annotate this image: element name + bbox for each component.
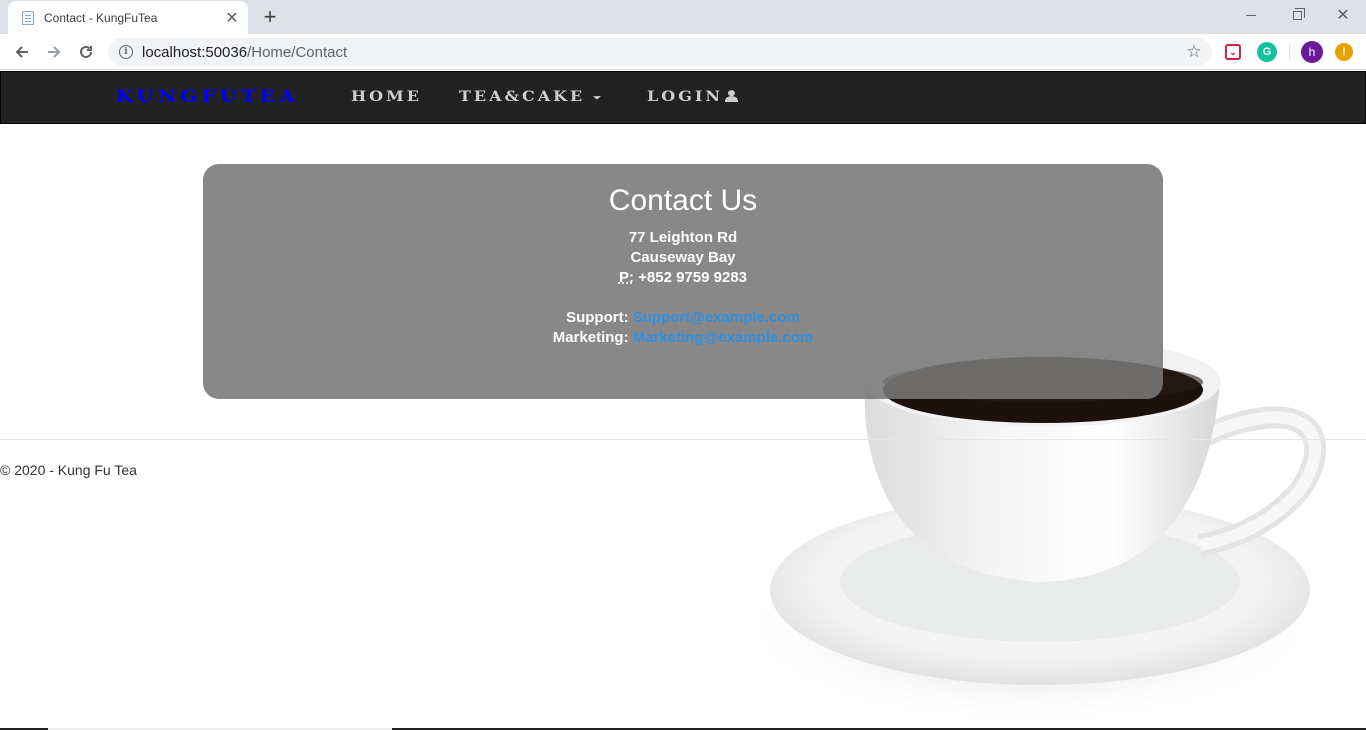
brand-logo-link[interactable]: KungFuTea [116,86,299,106]
nav-tea-cake-label: Tea&Cake [459,88,586,105]
update-warning-icon[interactable]: ! [1335,43,1353,61]
email-block: Support: Support@example.com Marketing: … [203,308,1163,348]
nav-login-link[interactable]: Login [647,88,738,105]
browser-tab[interactable]: Contact - KungFuTea ✕ [8,1,248,34]
page-viewport: KungFuTea Home Tea&Cake Login [0,70,1366,730]
marketing-email-link[interactable]: Marketing@example.com [633,329,814,346]
support-email-link[interactable]: Support@example.com [633,309,800,326]
footer-copyright: © 2020 - Kung Fu Tea [0,462,137,478]
nav-login-label: Login [647,88,723,105]
address-bar[interactable]: i localhost:50036/Home/Contact ☆ [108,38,1212,66]
nav-tea-cake-dropdown[interactable]: Tea&Cake [459,88,602,105]
pocket-extension-icon[interactable]: ⌄ [1225,44,1241,60]
site-info-icon[interactable]: i [119,45,133,59]
page-favicon-icon [20,10,36,26]
restore-window-button[interactable] [1274,0,1320,30]
street-address: 77 Leighton Rd [628,229,738,246]
contact-card: Contact Us 77 Leighton Rd Causeway Bay P… [203,164,1163,399]
toolbar-divider [1289,44,1290,60]
marketing-label: Marketing: [552,329,629,346]
close-window-button[interactable]: ✕ [1320,0,1366,30]
reload-button[interactable] [72,38,100,66]
support-line: Support: Support@example.com [203,308,1163,328]
caret-down-icon [593,95,602,100]
user-icon [724,90,738,103]
browser-toolbar: i localhost:50036/Home/Contact ☆ ⌄ G h ! [0,34,1366,70]
profile-avatar[interactable]: h [1301,41,1323,63]
url-text[interactable]: localhost:50036/Home/Contact [142,44,1182,61]
marketing-line: Marketing: Marketing@example.com [203,328,1163,348]
phone-number: +852 9759 9283 [638,269,748,286]
forward-button[interactable] [40,38,68,66]
grammarly-extension-icon[interactable]: G [1257,42,1277,62]
phone-line: P: +852 9759 9283 [203,268,1163,288]
site-navbar: KungFuTea Home Tea&Cake Login [0,71,1366,124]
minimize-window-button[interactable] [1228,0,1274,30]
address-block: 77 Leighton Rd Causeway Bay P: +852 9759… [203,228,1163,288]
page-title: Contact Us [608,184,758,217]
bookmark-star-icon[interactable]: ☆ [1182,40,1206,64]
close-tab-icon[interactable]: ✕ [222,8,242,28]
footer-divider [0,439,1366,440]
nav-home-link[interactable]: Home [351,88,422,104]
new-tab-button[interactable]: + [256,4,284,30]
back-button[interactable] [8,38,36,66]
tab-strip: Contact - KungFuTea ✕ + ✕ [0,0,1366,34]
support-label: Support: [566,309,629,326]
phone-label: P: [618,269,634,286]
tab-title: Contact - KungFuTea [44,10,158,25]
district: Causeway Bay [630,249,736,266]
